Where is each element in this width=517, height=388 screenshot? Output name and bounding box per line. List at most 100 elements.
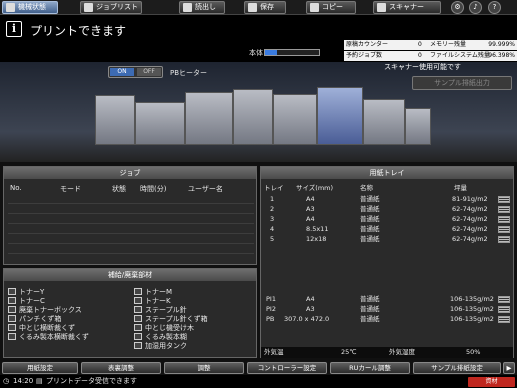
- off-button[interactable]: OFF: [137, 68, 161, 76]
- footer-message: プリントデータ受信できます: [46, 377, 137, 385]
- supply-panel: 補給/廃棄部材 トナーY トナーC 廃棄トナーボックス パンチくず箱 中とじ横断…: [3, 268, 257, 358]
- footer-bar: ◷ 14:20 ▤ プリントデータ受信できます: [0, 375, 517, 388]
- counter-row: 予約ジョブ数 0 ファイルシステム残量 96.398%: [344, 51, 517, 61]
- top-tab-bar: 機械状態 ジョブリスト 読出し 保存 コピー スキャナー ⚙ ♪ ?: [0, 0, 517, 15]
- punch-box-icon: [8, 315, 16, 322]
- trim-waste-icon: [8, 333, 16, 340]
- supply-item: くるみ製本横断裁くず: [8, 332, 89, 342]
- ru-curl-adjust-button[interactable]: RUカール調整: [330, 362, 410, 374]
- supply-item: 加湿用タンク: [134, 341, 187, 351]
- machine-unit: [273, 94, 317, 145]
- outside-humidity-label: 外気湿度: [389, 348, 415, 356]
- machine-unit: [317, 87, 363, 145]
- job-header-no: No.: [10, 184, 22, 192]
- on-button[interactable]: ON: [110, 68, 134, 76]
- tray-row[interactable]: PI1 A4 普通紙 106-135g/m2: [264, 295, 510, 304]
- scanner-status: スキャナー使用可能です: [384, 63, 461, 71]
- water-tank-icon: [134, 342, 142, 349]
- job-header-status: 状態: [112, 185, 126, 193]
- next-arrow-icon[interactable]: ▶: [503, 362, 515, 374]
- toner-icon: [8, 297, 16, 304]
- paper-level-gauge: [498, 226, 510, 233]
- save-icon: [248, 3, 257, 12]
- tab-copy[interactable]: コピー: [306, 1, 356, 14]
- machine-unit: [185, 92, 233, 145]
- counter-panel: 原稿カウンター 0 メモリー残量 99.999% 予約ジョブ数 0 ファイルシス…: [344, 40, 517, 62]
- volume-icon[interactable]: ♪: [469, 1, 482, 14]
- machine-unit: [135, 102, 185, 145]
- job-header-time: 時間(分): [140, 185, 167, 193]
- tray-header-row: トレイ サイズ(mm) 名称 坪量: [264, 184, 467, 192]
- tab-machine-status[interactable]: 機械状態: [2, 1, 58, 14]
- copy-icon: [310, 3, 319, 12]
- recall-icon: [183, 3, 192, 12]
- tab-job-list[interactable]: ジョブリスト: [80, 1, 142, 14]
- environment-bar: 外気温 25℃ 外気湿度 50%: [261, 347, 513, 358]
- scanner-icon: [377, 3, 386, 12]
- settings-icon[interactable]: ⚙: [451, 1, 464, 14]
- outside-temp-label: 外気温: [264, 348, 284, 356]
- trim-waste-icon: [8, 324, 16, 331]
- tray-row[interactable]: PI2 A3 普通紙 106-135g/m2: [264, 305, 510, 314]
- table-row[interactable]: [8, 215, 254, 224]
- table-row[interactable]: [8, 225, 254, 234]
- table-row[interactable]: [8, 195, 254, 204]
- counter-row: 原稿カウンター 0 メモリー残量 99.999%: [344, 40, 517, 50]
- paper-level-gauge: [498, 236, 510, 243]
- help-icon[interactable]: ?: [488, 1, 501, 14]
- pb-heater-label: PBヒーター: [170, 69, 208, 77]
- saddle-block-icon: [134, 324, 142, 331]
- machine-icon: [6, 3, 15, 12]
- paper-level-gauge: [498, 316, 510, 323]
- toner-icon: [8, 288, 16, 295]
- staple-icon: [134, 306, 142, 313]
- body-progress-fill: [265, 50, 277, 55]
- paper-level-gauge: [498, 216, 510, 223]
- tray-row[interactable]: PB 307.0 x 472.0 普通紙 106-135g/m2: [264, 315, 510, 324]
- toner-icon: [134, 297, 142, 304]
- table-row[interactable]: [8, 235, 254, 244]
- tray-row[interactable]: 3 A4 普通紙 62-74g/m2: [264, 215, 510, 224]
- job-panel: ジョブ No. モード 状態 時間(分) ユーザー名: [3, 166, 257, 265]
- body-label: 本体: [249, 49, 263, 57]
- supplies-alarm-badge[interactable]: 資材: [468, 377, 515, 387]
- printer-icon: ▤: [36, 377, 43, 385]
- front-back-adjust-button[interactable]: 表裏調整: [81, 362, 161, 374]
- tab-scanner[interactable]: スキャナー: [373, 1, 441, 14]
- glue-icon: [134, 333, 142, 340]
- table-row[interactable]: [8, 245, 254, 254]
- table-row[interactable]: [8, 205, 254, 214]
- info-icon: i: [6, 21, 22, 37]
- function-bar: 用紙設定 表裏調整 調整 コントローラー設定 RUカール調整 サンプル排紙設定 …: [0, 361, 517, 375]
- tab-recall[interactable]: 読出し: [179, 1, 225, 14]
- paper-level-gauge: [498, 206, 510, 213]
- outside-temp-value: 25℃: [341, 348, 357, 356]
- waste-box-icon: [8, 306, 16, 313]
- job-header-mode: モード: [60, 185, 81, 193]
- adjust-button[interactable]: 調整: [164, 362, 244, 374]
- clock-icon: ◷: [3, 377, 10, 385]
- paper-level-gauge: [498, 306, 510, 313]
- controller-setting-button[interactable]: コントローラー設定: [247, 362, 327, 374]
- supply-panel-title: 補給/廃棄部材: [4, 269, 256, 281]
- tray-panel: 用紙トレイ トレイ サイズ(mm) 名称 坪量 1 A4 普通紙 81-91g/m2 …: [260, 166, 514, 358]
- body-progress-bar: [264, 49, 320, 56]
- machine-unit: [405, 108, 431, 145]
- tray-panel-title: 用紙トレイ: [261, 167, 513, 179]
- machine-unit: [363, 99, 405, 145]
- tray-row[interactable]: 2 A3 普通紙 62-74g/m2: [264, 205, 510, 214]
- machine-unit: [95, 95, 135, 145]
- paper-setting-button[interactable]: 用紙設定: [2, 362, 78, 374]
- tab-save[interactable]: 保存: [244, 1, 286, 14]
- outside-humidity-value: 50%: [466, 348, 481, 356]
- pb-heater-toggle[interactable]: ON OFF: [108, 66, 163, 78]
- sample-output-setting-button[interactable]: サンプル排紙設定: [413, 362, 501, 374]
- paper-level-gauge: [498, 296, 510, 303]
- job-header-user: ユーザー名: [188, 185, 223, 193]
- machine-unit: [233, 89, 273, 145]
- footer-time: 14:20: [13, 377, 34, 385]
- sample-output-button[interactable]: サンプル排紙出力: [412, 76, 512, 90]
- tray-row[interactable]: 5 12x18 普通紙 62-74g/m2: [264, 235, 510, 244]
- tray-row[interactable]: 1 A4 普通紙 81-91g/m2: [264, 195, 510, 204]
- tray-row[interactable]: 4 8.5x11 普通紙 62-74g/m2: [264, 225, 510, 234]
